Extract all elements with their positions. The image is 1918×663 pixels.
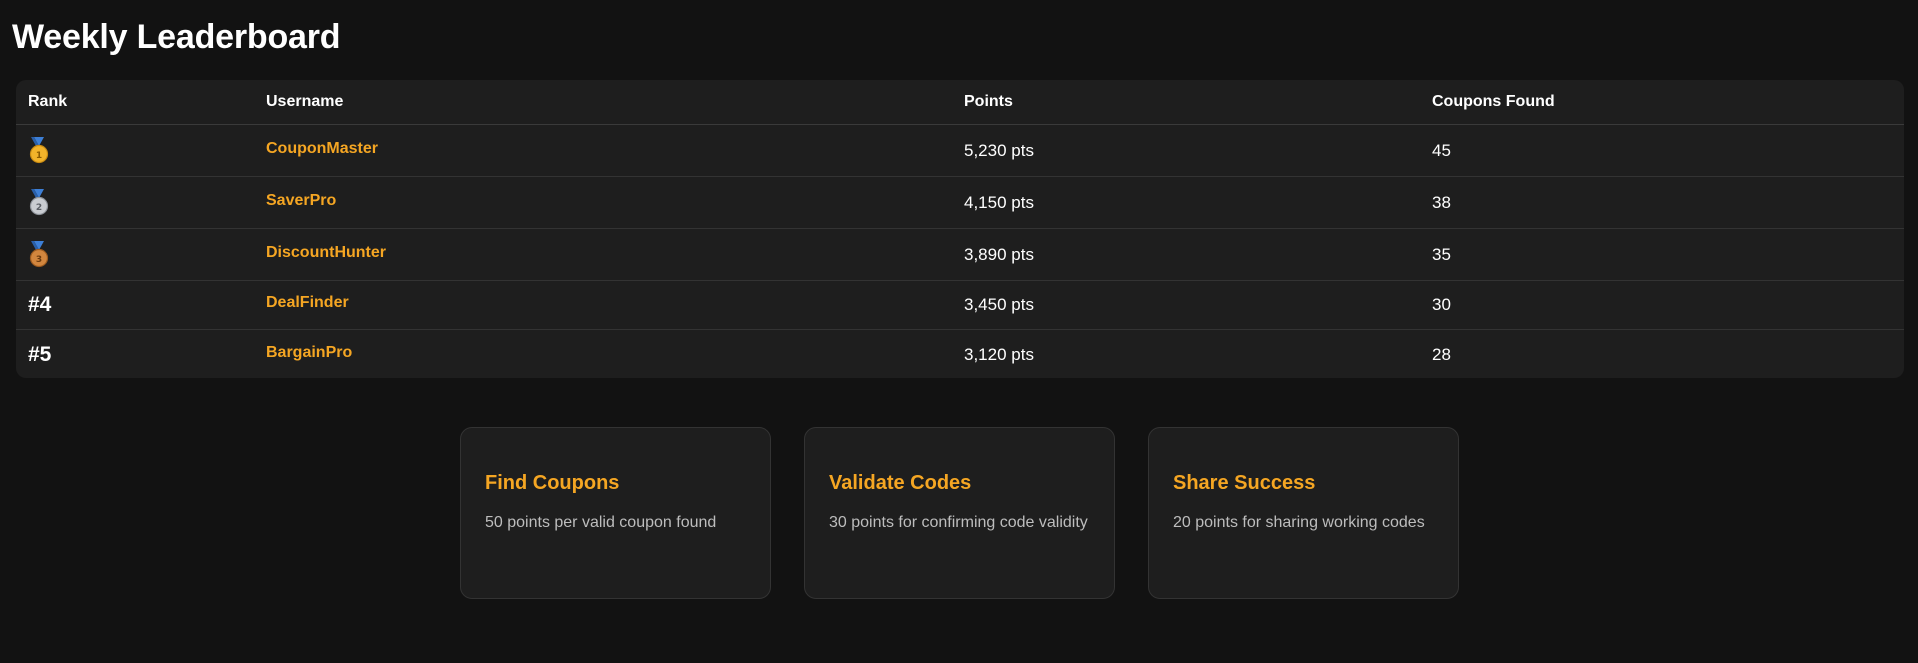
page-title: Weekly Leaderboard xyxy=(12,18,341,56)
points-info-cards: Find Coupons 50 points per valid coupon … xyxy=(460,427,1460,601)
points-cell: 3,120 pts xyxy=(964,344,1034,364)
card-description: 20 points for sharing working codes xyxy=(1173,514,1425,531)
svg-text:1: 1 xyxy=(36,151,42,161)
coupons-cell: 45 xyxy=(1432,140,1451,160)
username-cell: DiscountHunter xyxy=(266,229,386,280)
rank-number: #4 xyxy=(28,293,52,316)
coupons-cell: 35 xyxy=(1432,244,1451,264)
username-link[interactable]: SaverPro xyxy=(266,192,336,210)
column-header-rank: Rank xyxy=(28,93,68,110)
card-title: Find Coupons xyxy=(485,472,620,494)
card-title: Share Success xyxy=(1173,472,1316,494)
coupons-cell: 30 xyxy=(1432,295,1451,314)
table-header: Rank Username Points Coupons Found xyxy=(16,80,1904,125)
column-header-coupons: Coupons Found xyxy=(1432,93,1555,110)
table-row: 2 SaverPro 4,150 pts 38 xyxy=(16,177,1904,229)
username-cell: DealFinder xyxy=(266,281,349,329)
card-description: 30 points for confirming code validity xyxy=(829,514,1088,531)
gold-medal-icon: 1 xyxy=(29,136,49,163)
svg-text:3: 3 xyxy=(36,255,42,265)
username-link[interactable]: CouponMaster xyxy=(266,140,378,158)
card-title: Validate Codes xyxy=(829,472,972,494)
username-cell: BargainPro xyxy=(266,330,352,378)
bronze-medal-icon: 3 xyxy=(29,240,49,267)
username-link[interactable]: BargainPro xyxy=(266,344,352,362)
rank-cell: 2 xyxy=(28,177,50,228)
info-card-validate-codes: Validate Codes 30 points for confirming … xyxy=(804,427,1115,599)
svg-text:2: 2 xyxy=(36,203,42,213)
leaderboard-page: Weekly Leaderboard Rank Username Points … xyxy=(0,0,1918,663)
card-description: 50 points per valid coupon found xyxy=(485,514,717,531)
username-cell: CouponMaster xyxy=(266,125,378,176)
info-card-share-success: Share Success 20 points for sharing work… xyxy=(1148,427,1459,599)
rank-number: #5 xyxy=(28,342,52,366)
points-cell: 5,230 pts xyxy=(964,140,1034,160)
table-row: #5 BargainPro 3,120 pts 28 xyxy=(16,330,1904,378)
table-row: #4 DealFinder 3,450 pts 30 xyxy=(16,281,1904,330)
points-cell: 3,450 pts xyxy=(964,295,1034,314)
silver-medal-icon: 2 xyxy=(29,188,49,215)
coupons-cell: 38 xyxy=(1432,192,1451,212)
username-cell: SaverPro xyxy=(266,177,336,228)
coupons-cell: 28 xyxy=(1432,344,1451,364)
username-link[interactable]: DiscountHunter xyxy=(266,244,386,262)
table-row: 1 CouponMaster 5,230 pts 45 xyxy=(16,125,1904,177)
leaderboard-table: Rank Username Points Coupons Found 1 Cou… xyxy=(16,80,1904,378)
points-cell: 3,890 pts xyxy=(964,244,1034,264)
info-card-find-coupons: Find Coupons 50 points per valid coupon … xyxy=(460,427,771,599)
column-header-username: Username xyxy=(266,93,344,110)
rank-cell: 1 xyxy=(28,125,50,176)
column-header-points: Points xyxy=(964,93,1013,110)
username-link[interactable]: DealFinder xyxy=(266,294,349,312)
rank-cell: 3 xyxy=(28,229,50,280)
points-cell: 4,150 pts xyxy=(964,192,1034,212)
table-row: 3 DiscountHunter 3,890 pts 35 xyxy=(16,229,1904,281)
